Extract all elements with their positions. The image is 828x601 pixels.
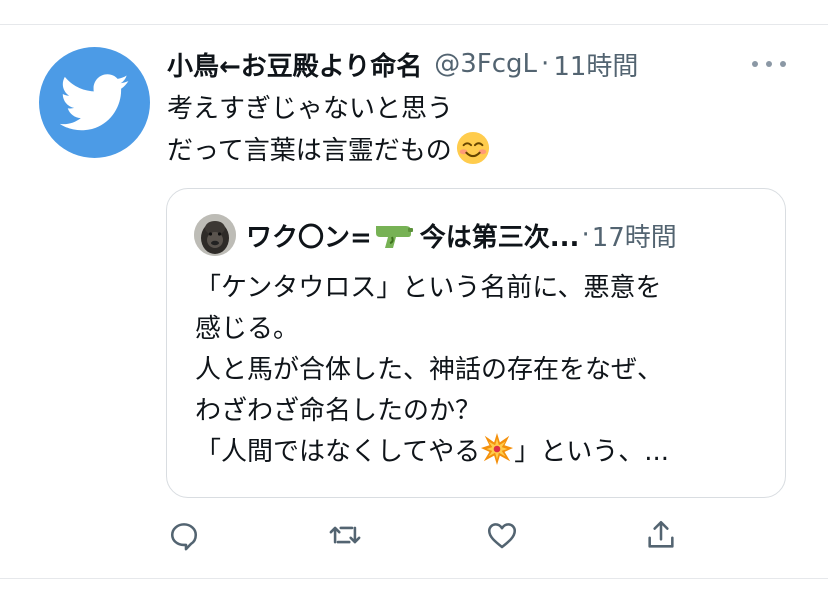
user-handle[interactable]: @3FcgL <box>434 49 537 79</box>
smiling-face-icon <box>456 131 489 165</box>
quoted-separator-dot: · <box>581 220 590 250</box>
avatar[interactable] <box>39 47 150 158</box>
gorilla-avatar-icon <box>194 214 236 256</box>
quoted-text-fragment: 「人間ではなくしてやる <box>195 437 481 467</box>
share-button[interactable] <box>641 515 681 555</box>
quoted-display-name-rest[interactable]: 今は第三次... <box>420 217 580 254</box>
quoted-text-line: 「ケンタウロス」という名前に、悪意を <box>195 273 662 303</box>
water-pistol-icon <box>375 226 413 248</box>
timestamp[interactable]: 11時間 <box>553 46 638 83</box>
more-dot-icon <box>766 61 772 67</box>
like-icon <box>487 523 517 549</box>
display-name[interactable]: 小鳥←お豆殿より命名 <box>167 46 422 83</box>
quoted-text-line: 「人間ではなくしてやる 」という、... <box>195 432 669 473</box>
tweet-text-line: 考えすぎじゃないと思う <box>167 94 454 124</box>
tweet-header: 小鳥←お豆殿より命名 @3FcgL · 11時間 <box>167 44 638 84</box>
twitter-bird-icon <box>59 73 129 130</box>
quoted-text-line: わざわざ命名したのか？ <box>195 396 482 426</box>
quoted-header: ワク〇ン= 今は第三次... · 17時間 <box>246 215 677 255</box>
bottom-divider <box>0 578 828 579</box>
quoted-text-fragment: 」という、... <box>514 437 670 467</box>
retweet-button[interactable] <box>325 515 365 555</box>
collision-icon <box>481 432 514 466</box>
quoted-text: 「ケンタウロス」という名前に、悪意を 感じる。 人と馬が合体した、神話の存在をな… <box>195 268 669 473</box>
retweet-icon <box>329 526 361 544</box>
quoted-text-line: 感じる。 <box>195 314 300 344</box>
more-dot-icon <box>752 61 758 67</box>
quoted-timestamp[interactable]: 17時間 <box>592 217 677 254</box>
action-bar <box>0 515 828 555</box>
quoted-display-name[interactable]: ワク〇ン= <box>246 217 372 254</box>
quoted-text-line: 人と馬が合体した、神話の存在をなぜ、 <box>195 355 664 385</box>
more-dot-icon <box>780 61 786 67</box>
share-icon <box>648 520 674 548</box>
reply-icon <box>170 523 198 551</box>
separator-dot: · <box>541 49 550 79</box>
like-button[interactable] <box>482 515 522 555</box>
tweet-text-line: だって言葉は言霊だもの <box>167 130 490 172</box>
top-divider <box>0 24 828 25</box>
tweet-text: 考えすぎじゃないと思う だって言葉は言霊だもの <box>167 88 490 172</box>
quoted-avatar[interactable] <box>194 214 236 256</box>
reply-button[interactable] <box>164 515 204 555</box>
more-options-button[interactable] <box>752 54 786 74</box>
tweet-text-line-content: だって言葉は言霊だもの <box>167 136 452 166</box>
